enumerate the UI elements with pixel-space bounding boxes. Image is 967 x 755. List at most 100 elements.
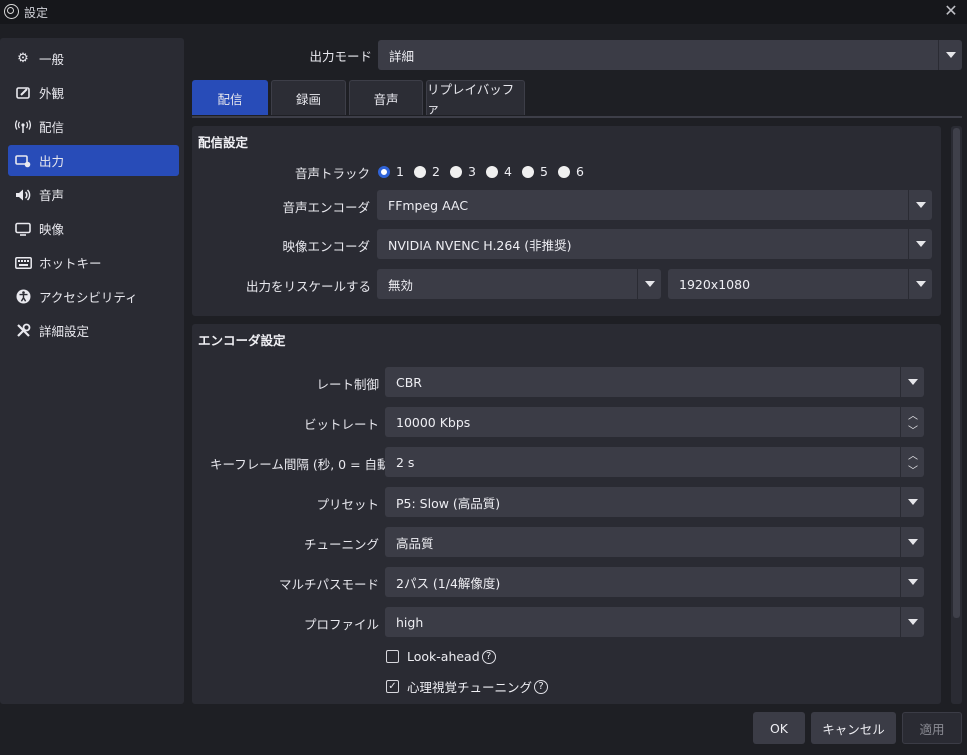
close-icon[interactable]: ✕ <box>941 1 961 21</box>
sidebar-item-label: 音声 <box>39 188 65 203</box>
group-title: 配信設定 <box>198 135 249 150</box>
gear-icon: ⚙ <box>17 51 29 66</box>
audio-track-radio-2[interactable]: 2 <box>414 164 440 179</box>
radio-label: 5 <box>540 164 548 179</box>
keyboard-icon <box>14 254 32 272</box>
chevron-down-icon <box>938 40 962 70</box>
sidebar-item-audio[interactable]: 音声 <box>8 179 179 210</box>
chevron-down-icon <box>908 229 932 259</box>
rescale-resolution-select[interactable]: 1920x1080 <box>668 269 932 299</box>
psycho-visual-checkbox[interactable]: ✓ 心理視覚チューニング ? <box>386 677 549 696</box>
sidebar-item-general[interactable]: ⚙ 一般 <box>8 43 179 74</box>
rescale-label: 出力をリスケールする <box>245 279 371 294</box>
tab-stream[interactable]: 配信 <box>192 80 268 115</box>
radio-label: 1 <box>396 164 404 179</box>
bitrate-label: ビットレート <box>303 417 379 432</box>
speaker-icon <box>14 186 32 204</box>
scrollbar-thumb[interactable] <box>953 128 960 618</box>
chevron-down-icon <box>900 607 924 637</box>
audio-track-radio-4[interactable]: 4 <box>486 164 512 179</box>
radio-label: 3 <box>468 164 476 179</box>
radio-unchecked-icon <box>522 165 534 178</box>
multipass-select[interactable]: 2パス (1/4解像度) <box>385 567 924 597</box>
radio-unchecked-icon <box>558 165 570 178</box>
chevron-up-icon[interactable]: ︿ <box>901 407 925 422</box>
audio-track-radio-5[interactable]: 5 <box>522 164 548 179</box>
cancel-button[interactable]: キャンセル <box>811 712 896 744</box>
profile-select[interactable]: high <box>385 607 924 637</box>
video-encoder-label: 映像エンコーダ <box>282 239 370 254</box>
keyframe-interval-label: キーフレーム間隔 (秒, 0 = 自動) <box>210 457 395 472</box>
audio-track-label: 音声トラック <box>294 166 370 181</box>
accessibility-icon <box>14 288 32 306</box>
title-bar: 設定 ✕ <box>0 0 967 24</box>
tuning-select[interactable]: 高品質 <box>385 527 924 557</box>
multipass-value: 2パス (1/4解像度) <box>396 575 501 591</box>
tuning-value: 高品質 <box>396 535 434 551</box>
sidebar-item-label: 詳細設定 <box>39 324 90 339</box>
preset-value: P5: Slow (高品質) <box>396 495 501 511</box>
checkbox-label: Look-ahead <box>407 649 480 664</box>
chevron-down-icon <box>637 269 661 299</box>
radio-unchecked-icon <box>450 165 462 178</box>
radio-unchecked-icon <box>486 165 498 178</box>
video-encoder-select[interactable]: NVIDIA NVENC H.264 (非推奨) <box>377 229 932 259</box>
keyframe-interval-value: 2 s <box>396 454 415 470</box>
chevron-up-icon[interactable]: ︿ <box>901 447 925 462</box>
chevron-down-icon <box>900 367 924 397</box>
tab-audio[interactable]: 音声 <box>349 80 423 115</box>
group-title: エンコーダ設定 <box>198 333 286 348</box>
audio-track-radio-6[interactable]: 6 <box>558 164 584 179</box>
tuning-label: チューニング <box>303 537 379 552</box>
chevron-down-icon <box>900 527 924 557</box>
sidebar-item-appearance[interactable]: 外観 <box>8 77 179 108</box>
sidebar-item-accessibility[interactable]: アクセシビリティ <box>8 281 179 312</box>
help-icon[interactable]: ? <box>534 679 549 694</box>
audio-track-radio-1[interactable]: 1 <box>378 164 404 179</box>
rescale-select[interactable]: 無効 <box>377 269 661 299</box>
audio-encoder-value: FFmpeg AAC <box>388 197 469 213</box>
audio-encoder-label: 音声エンコーダ <box>282 200 370 215</box>
apply-button[interactable]: 適用 <box>902 712 962 744</box>
profile-value: high <box>396 614 424 630</box>
keyframe-interval-spinbox[interactable]: 2 s ︿ ﹀ <box>385 447 924 477</box>
monitor-icon <box>14 220 32 238</box>
bitrate-value: 10000 Kbps <box>396 414 471 430</box>
checkbox-label: 心理視覚チューニング <box>407 680 533 695</box>
radio-checked-icon <box>378 165 390 178</box>
sidebar-item-hotkeys[interactable]: ホットキー <box>8 247 179 278</box>
tab-replay-buffer[interactable]: リプレイバッファ <box>426 80 525 116</box>
chevron-down-icon <box>908 190 932 220</box>
rescale-resolution-value: 1920x1080 <box>679 276 751 292</box>
sidebar-item-stream[interactable]: 配信 <box>8 111 179 142</box>
radio-unchecked-icon <box>414 165 426 178</box>
help-icon[interactable]: ? <box>481 649 496 664</box>
chevron-down-icon <box>908 269 932 299</box>
sidebar-item-label: 映像 <box>39 222 65 237</box>
ok-button[interactable]: OK <box>753 712 805 744</box>
tools-icon <box>14 322 32 340</box>
checkbox-unchecked-icon <box>386 650 399 663</box>
output-mode-select[interactable]: 詳細 <box>378 40 962 70</box>
chevron-down-icon[interactable]: ﹀ <box>901 422 925 437</box>
preset-select[interactable]: P5: Slow (高品質) <box>385 487 924 517</box>
broadcast-icon <box>14 118 32 136</box>
output-icon <box>14 152 32 170</box>
chevron-down-icon[interactable]: ﹀ <box>901 462 925 477</box>
output-mode-value: 詳細 <box>389 48 415 64</box>
lookahead-checkbox[interactable]: Look-ahead ? <box>386 649 496 664</box>
audio-encoder-select[interactable]: FFmpeg AAC <box>377 190 932 220</box>
sidebar-item-output[interactable]: 出力 <box>8 145 179 176</box>
rate-control-select[interactable]: CBR <box>385 367 924 397</box>
radio-label: 6 <box>576 164 584 179</box>
sidebar-item-advanced[interactable]: 詳細設定 <box>8 315 179 346</box>
sidebar-item-video[interactable]: 映像 <box>8 213 179 244</box>
spin-buttons: ︿ ﹀ <box>900 447 924 477</box>
obs-logo-icon <box>4 4 19 19</box>
tab-recording[interactable]: 録画 <box>271 80 346 115</box>
settings-scrollbar[interactable] <box>951 126 962 704</box>
bitrate-spinbox[interactable]: 10000 Kbps ︿ ﹀ <box>385 407 924 437</box>
audio-track-radio-3[interactable]: 3 <box>450 164 476 179</box>
settings-sidebar: ⚙ 一般 外観 配信 出力 音声 映像 ホットキー アクセシビリティ 詳細設定 <box>0 38 184 704</box>
sidebar-item-label: ホットキー <box>39 256 102 271</box>
